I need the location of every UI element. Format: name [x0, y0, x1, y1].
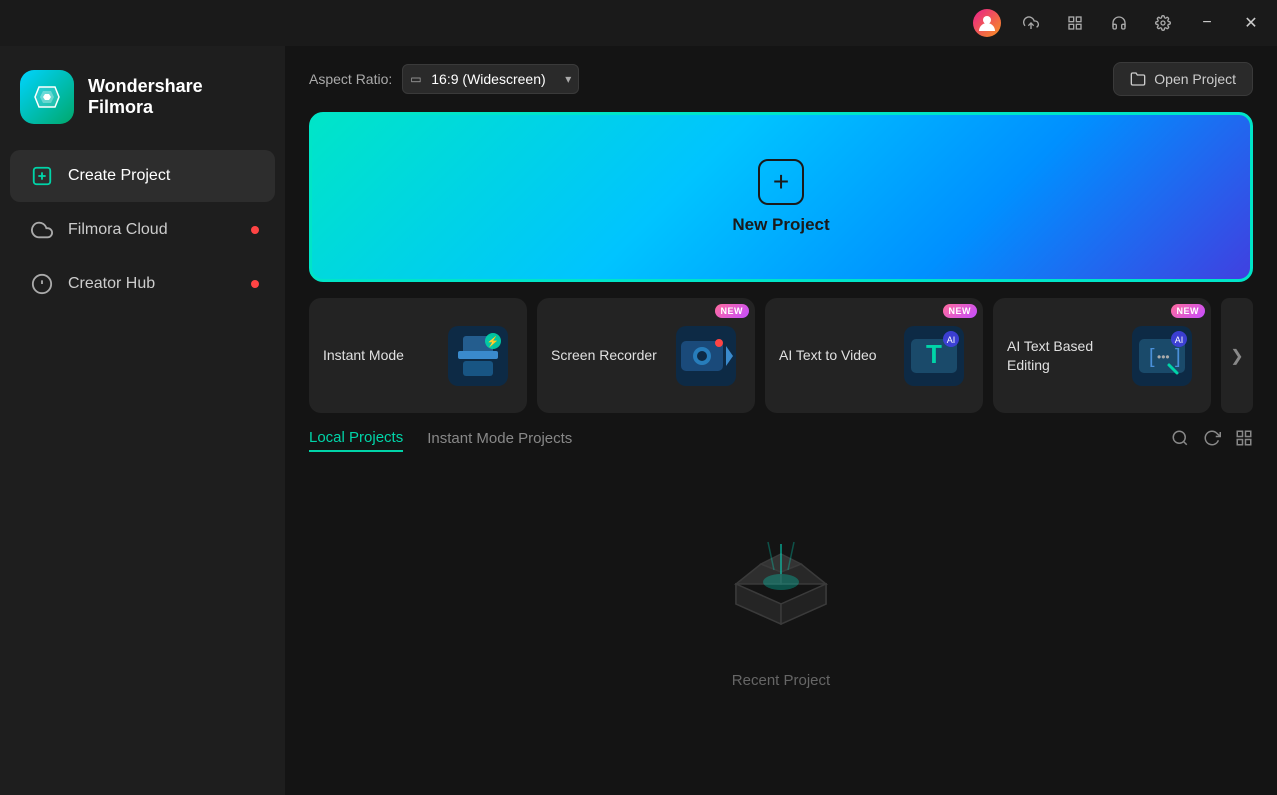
nav-badge-creator-hub — [251, 280, 259, 288]
minimize-button[interactable]: − — [1193, 9, 1221, 37]
feature-cards-list: Instant Mode ⚡ Screen Recorder NEWAI Tex… — [309, 298, 1211, 413]
new-badge-screen-recorder: NEW — [715, 304, 750, 318]
main-content: Aspect Ratio: 16:9 (Widescreen) 9:16 (Ve… — [285, 46, 1277, 795]
projects-header: Local Projects Instant Mode Projects — [309, 429, 1253, 452]
projects-section: Local Projects Instant Mode Projects — [285, 413, 1277, 795]
upload-icon[interactable] — [1017, 9, 1045, 37]
feature-card-img-ai-text-to-video: T AI — [899, 321, 969, 391]
empty-box-icon — [716, 534, 846, 654]
feature-card-instant-mode[interactable]: Instant Mode ⚡ — [309, 298, 527, 413]
feature-card-label-screen-recorder: Screen Recorder — [551, 346, 657, 364]
folder-icon — [1130, 71, 1146, 87]
new-project-plus-icon: + — [758, 159, 804, 205]
feature-card-img-instant-mode: ⚡ — [443, 321, 513, 391]
aspect-ratio-select-wrapper[interactable]: 16:9 (Widescreen) 9:16 (Vertical) 1:1 (S… — [402, 64, 579, 94]
open-project-button[interactable]: Open Project — [1113, 62, 1253, 96]
create-project-icon — [30, 164, 54, 188]
svg-text:[: [ — [1149, 346, 1155, 368]
svg-text:]: ] — [1175, 346, 1181, 368]
headset-icon[interactable] — [1105, 9, 1133, 37]
grid-view-icon[interactable] — [1235, 429, 1253, 452]
projects-actions — [1171, 429, 1253, 452]
new-project-banner[interactable]: + New Project — [309, 112, 1253, 282]
sidebar-item-label-filmora-cloud: Filmora Cloud — [68, 221, 168, 239]
feature-card-img-ai-text-based-editing: [ ••• ] AI — [1127, 321, 1197, 391]
feature-card-screen-recorder[interactable]: Screen Recorder NEW — [537, 298, 755, 413]
logo-text: Wondershare Filmora — [88, 76, 203, 118]
creator-hub-icon — [30, 272, 54, 296]
svg-text:AI: AI — [947, 335, 956, 345]
settings-icon[interactable] — [1149, 9, 1177, 37]
app-layout: Wondershare Filmora Create Project Filmor… — [0, 46, 1277, 795]
sidebar-item-create-project[interactable]: Create Project — [10, 150, 275, 202]
svg-text:•••: ••• — [1157, 350, 1170, 364]
feature-card-label-instant-mode: Instant Mode — [323, 346, 404, 364]
empty-state-label: Recent Project — [732, 672, 830, 689]
logo-area: Wondershare Filmora — [0, 58, 285, 148]
sidebar-item-label-creator-hub: Creator Hub — [68, 275, 155, 293]
svg-text:⚡: ⚡ — [487, 335, 499, 348]
feature-card-label-ai-text-based-editing: AI Text Based Editing — [1007, 337, 1117, 373]
app-logo — [20, 70, 74, 124]
title-bar: − ✕ — [0, 0, 1277, 46]
content-header: Aspect Ratio: 16:9 (Widescreen) 9:16 (Ve… — [285, 46, 1277, 112]
feature-card-label-ai-text-to-video: AI Text to Video — [779, 346, 877, 364]
grid-icon[interactable] — [1061, 9, 1089, 37]
sidebar-item-creator-hub[interactable]: Creator Hub — [10, 258, 275, 310]
user-avatar[interactable] — [973, 9, 1001, 37]
empty-state: Recent Project — [309, 468, 1253, 795]
new-badge-ai-text-to-video: NEW — [943, 304, 978, 318]
svg-text:AI: AI — [1175, 335, 1184, 345]
projects-tabs: Local Projects Instant Mode Projects — [309, 429, 572, 452]
tab-local-projects[interactable]: Local Projects — [309, 429, 403, 452]
feature-card-ai-text-based-editing[interactable]: AI Text Based Editing [ ••• ] AI NEW — [993, 298, 1211, 413]
sidebar-item-filmora-cloud[interactable]: Filmora Cloud — [10, 204, 275, 256]
aspect-ratio-select[interactable]: 16:9 (Widescreen) 9:16 (Vertical) 1:1 (S… — [402, 64, 579, 94]
nav-items: Create Project Filmora Cloud Creator Hub — [0, 148, 285, 312]
sidebar: Wondershare Filmora Create Project Filmor… — [0, 46, 285, 795]
svg-text:T: T — [926, 339, 942, 369]
feature-card-ai-text-to-video[interactable]: AI Text to Video T AI NEW — [765, 298, 983, 413]
sidebar-item-label-create-project: Create Project — [68, 167, 170, 185]
cards-next-button[interactable]: ❯ — [1221, 298, 1253, 413]
close-button[interactable]: ✕ — [1237, 9, 1265, 37]
new-badge-ai-text-based-editing: NEW — [1171, 304, 1206, 318]
new-project-label: New Project — [732, 215, 829, 235]
feature-cards: Instant Mode ⚡ Screen Recorder NEWAI Tex… — [285, 298, 1277, 413]
feature-card-img-screen-recorder — [671, 321, 741, 391]
filmora-cloud-icon — [30, 218, 54, 242]
aspect-ratio-group: Aspect Ratio: 16:9 (Widescreen) 9:16 (Ve… — [309, 64, 579, 94]
nav-badge-filmora-cloud — [251, 226, 259, 234]
search-icon[interactable] — [1171, 429, 1189, 452]
tab-instant-mode-projects[interactable]: Instant Mode Projects — [427, 430, 572, 451]
refresh-icon[interactable] — [1203, 429, 1221, 452]
